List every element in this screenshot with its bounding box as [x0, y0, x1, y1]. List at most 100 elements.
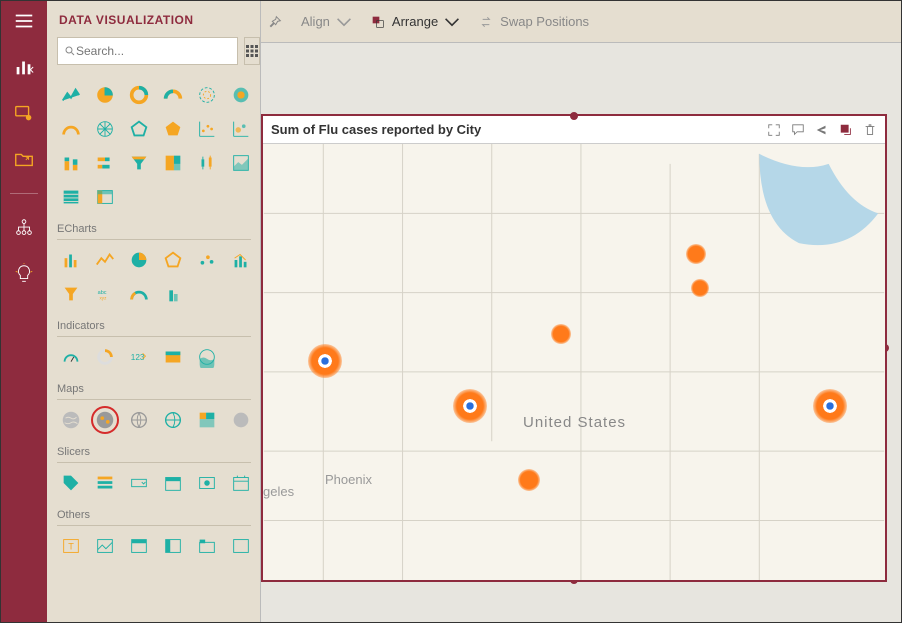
chevron-down-icon: [444, 14, 460, 30]
search-input[interactable]: [76, 44, 231, 58]
echart-gauge-icon[interactable]: [125, 280, 153, 308]
text-widget-icon[interactable]: T: [57, 532, 85, 560]
others-section: Others T: [57, 505, 251, 560]
arc-chart-icon[interactable]: [57, 115, 85, 143]
tag-slicer-icon[interactable]: [57, 469, 85, 497]
bubble-chart-icon[interactable]: [227, 115, 255, 143]
resize-handle-top[interactable]: [570, 112, 578, 120]
treemap-icon[interactable]: [159, 149, 187, 177]
kpi-number-icon[interactable]: 123: [125, 343, 153, 371]
align-dropdown[interactable]: Align: [301, 14, 352, 30]
country-label: United States: [523, 414, 626, 431]
fullscreen-icon[interactable]: [767, 123, 781, 137]
grid-icon: [245, 44, 259, 58]
charts-nav-icon[interactable]: [12, 55, 36, 79]
funnel-chart-icon[interactable]: [125, 149, 153, 177]
tabs-widget-icon[interactable]: [193, 532, 221, 560]
panel-widget-icon[interactable]: [159, 532, 187, 560]
pin-icon: [267, 14, 283, 30]
slicers-title: Slicers: [57, 442, 251, 463]
echart-combo-icon[interactable]: [227, 246, 255, 274]
liquid-fill-icon[interactable]: [193, 343, 221, 371]
maps-section: Maps: [57, 379, 251, 434]
echart-bar-icon[interactable]: [57, 246, 85, 274]
table-icon[interactable]: [57, 183, 85, 211]
echart-bar2-icon[interactable]: [159, 280, 187, 308]
sunburst-icon[interactable]: [227, 81, 255, 109]
world-map-grey-icon[interactable]: [57, 406, 85, 434]
search-box[interactable]: [57, 37, 238, 65]
user-dashboard-icon[interactable]: [12, 101, 36, 125]
map-marker-ring[interactable]: [308, 344, 342, 378]
radar-chart-icon[interactable]: [91, 115, 119, 143]
map-marker[interactable]: [686, 244, 706, 264]
globe-outline-icon[interactable]: [125, 406, 153, 434]
map-body[interactable]: United States Phoenix geles: [263, 144, 885, 580]
polygon-chart-icon[interactable]: [159, 115, 187, 143]
donut-chart-icon[interactable]: [125, 81, 153, 109]
chevron-down-icon: [336, 14, 352, 30]
design-canvas[interactable]: Drag and Drop Heat Map Here Sum of Flu c…: [261, 43, 901, 622]
stacked-bar-icon[interactable]: [57, 149, 85, 177]
echart-funnel-icon[interactable]: [57, 280, 85, 308]
folder-export-icon[interactable]: [12, 147, 36, 171]
chart-type-grid: ECharts abcxyz Indicators: [47, 75, 261, 574]
map-marker-ring[interactable]: [813, 389, 847, 423]
candlestick-icon[interactable]: [193, 149, 221, 177]
trash-icon[interactable]: [863, 123, 877, 137]
map-marker[interactable]: [691, 279, 709, 297]
globe-grey-icon[interactable]: [227, 406, 255, 434]
pie-chart-icon[interactable]: [91, 81, 119, 109]
hamburger-icon[interactable]: [12, 9, 36, 33]
globe-teal-icon[interactable]: [159, 406, 187, 434]
grid-view-toggle[interactable]: [244, 37, 260, 65]
line-chart-icon[interactable]: [57, 81, 85, 109]
comment-icon[interactable]: [791, 123, 805, 137]
iframe-widget-icon[interactable]: [227, 532, 255, 560]
calendar-slicer-icon[interactable]: [227, 469, 255, 497]
pin-button[interactable]: [267, 14, 283, 30]
arrange-dropdown[interactable]: Arrange: [370, 14, 460, 30]
heat-map-icon[interactable]: [91, 406, 119, 434]
blank-4: [227, 183, 255, 211]
share-icon[interactable]: [815, 123, 829, 137]
lightbulb-icon[interactable]: [12, 262, 36, 286]
echart-pie-icon[interactable]: [125, 246, 153, 274]
radial-chart-icon[interactable]: [193, 81, 221, 109]
map-marker-ring[interactable]: [453, 389, 487, 423]
echart-wordcloud-icon[interactable]: abcxyz: [91, 280, 119, 308]
container-widget-icon[interactable]: [125, 532, 153, 560]
indicator-blank: [227, 343, 255, 371]
blank-2: [159, 183, 187, 211]
stacked-bar-h-icon[interactable]: [91, 149, 119, 177]
range-slicer-icon[interactable]: [193, 469, 221, 497]
choropleth-icon[interactable]: [193, 406, 221, 434]
echart-scatter-icon[interactable]: [193, 246, 221, 274]
swap-label: Swap Positions: [500, 14, 589, 29]
widget-tools: [767, 123, 877, 137]
kpi-card-icon[interactable]: [159, 343, 187, 371]
scatter-chart-icon[interactable]: [193, 115, 221, 143]
progress-ring-icon[interactable]: [91, 343, 119, 371]
pivot-table-icon[interactable]: [91, 183, 119, 211]
echarts-title: ECharts: [57, 219, 251, 240]
echart-blank-2: [227, 280, 255, 308]
map-marker[interactable]: [518, 469, 540, 491]
echart-pentagon-icon[interactable]: [159, 246, 187, 274]
pentagon-chart-icon[interactable]: [125, 115, 153, 143]
swap-positions-button[interactable]: Swap Positions: [478, 14, 589, 30]
area-chart-icon[interactable]: [227, 149, 255, 177]
map-widget[interactable]: Sum of Flu cases reported by City: [261, 114, 887, 582]
export-icon[interactable]: [839, 123, 853, 137]
map-marker[interactable]: [551, 324, 571, 344]
dropdown-slicer-icon[interactable]: [125, 469, 153, 497]
list-slicer-icon[interactable]: [91, 469, 119, 497]
gauge-indicator-icon[interactable]: [57, 343, 85, 371]
half-donut-icon[interactable]: [159, 81, 187, 109]
date-slicer-icon[interactable]: [159, 469, 187, 497]
echart-line-icon[interactable]: [91, 246, 119, 274]
svg-text:T: T: [68, 542, 74, 552]
image-widget-icon[interactable]: [91, 532, 119, 560]
echarts-section: ECharts abcxyz: [57, 219, 251, 308]
hierarchy-icon[interactable]: [12, 216, 36, 240]
